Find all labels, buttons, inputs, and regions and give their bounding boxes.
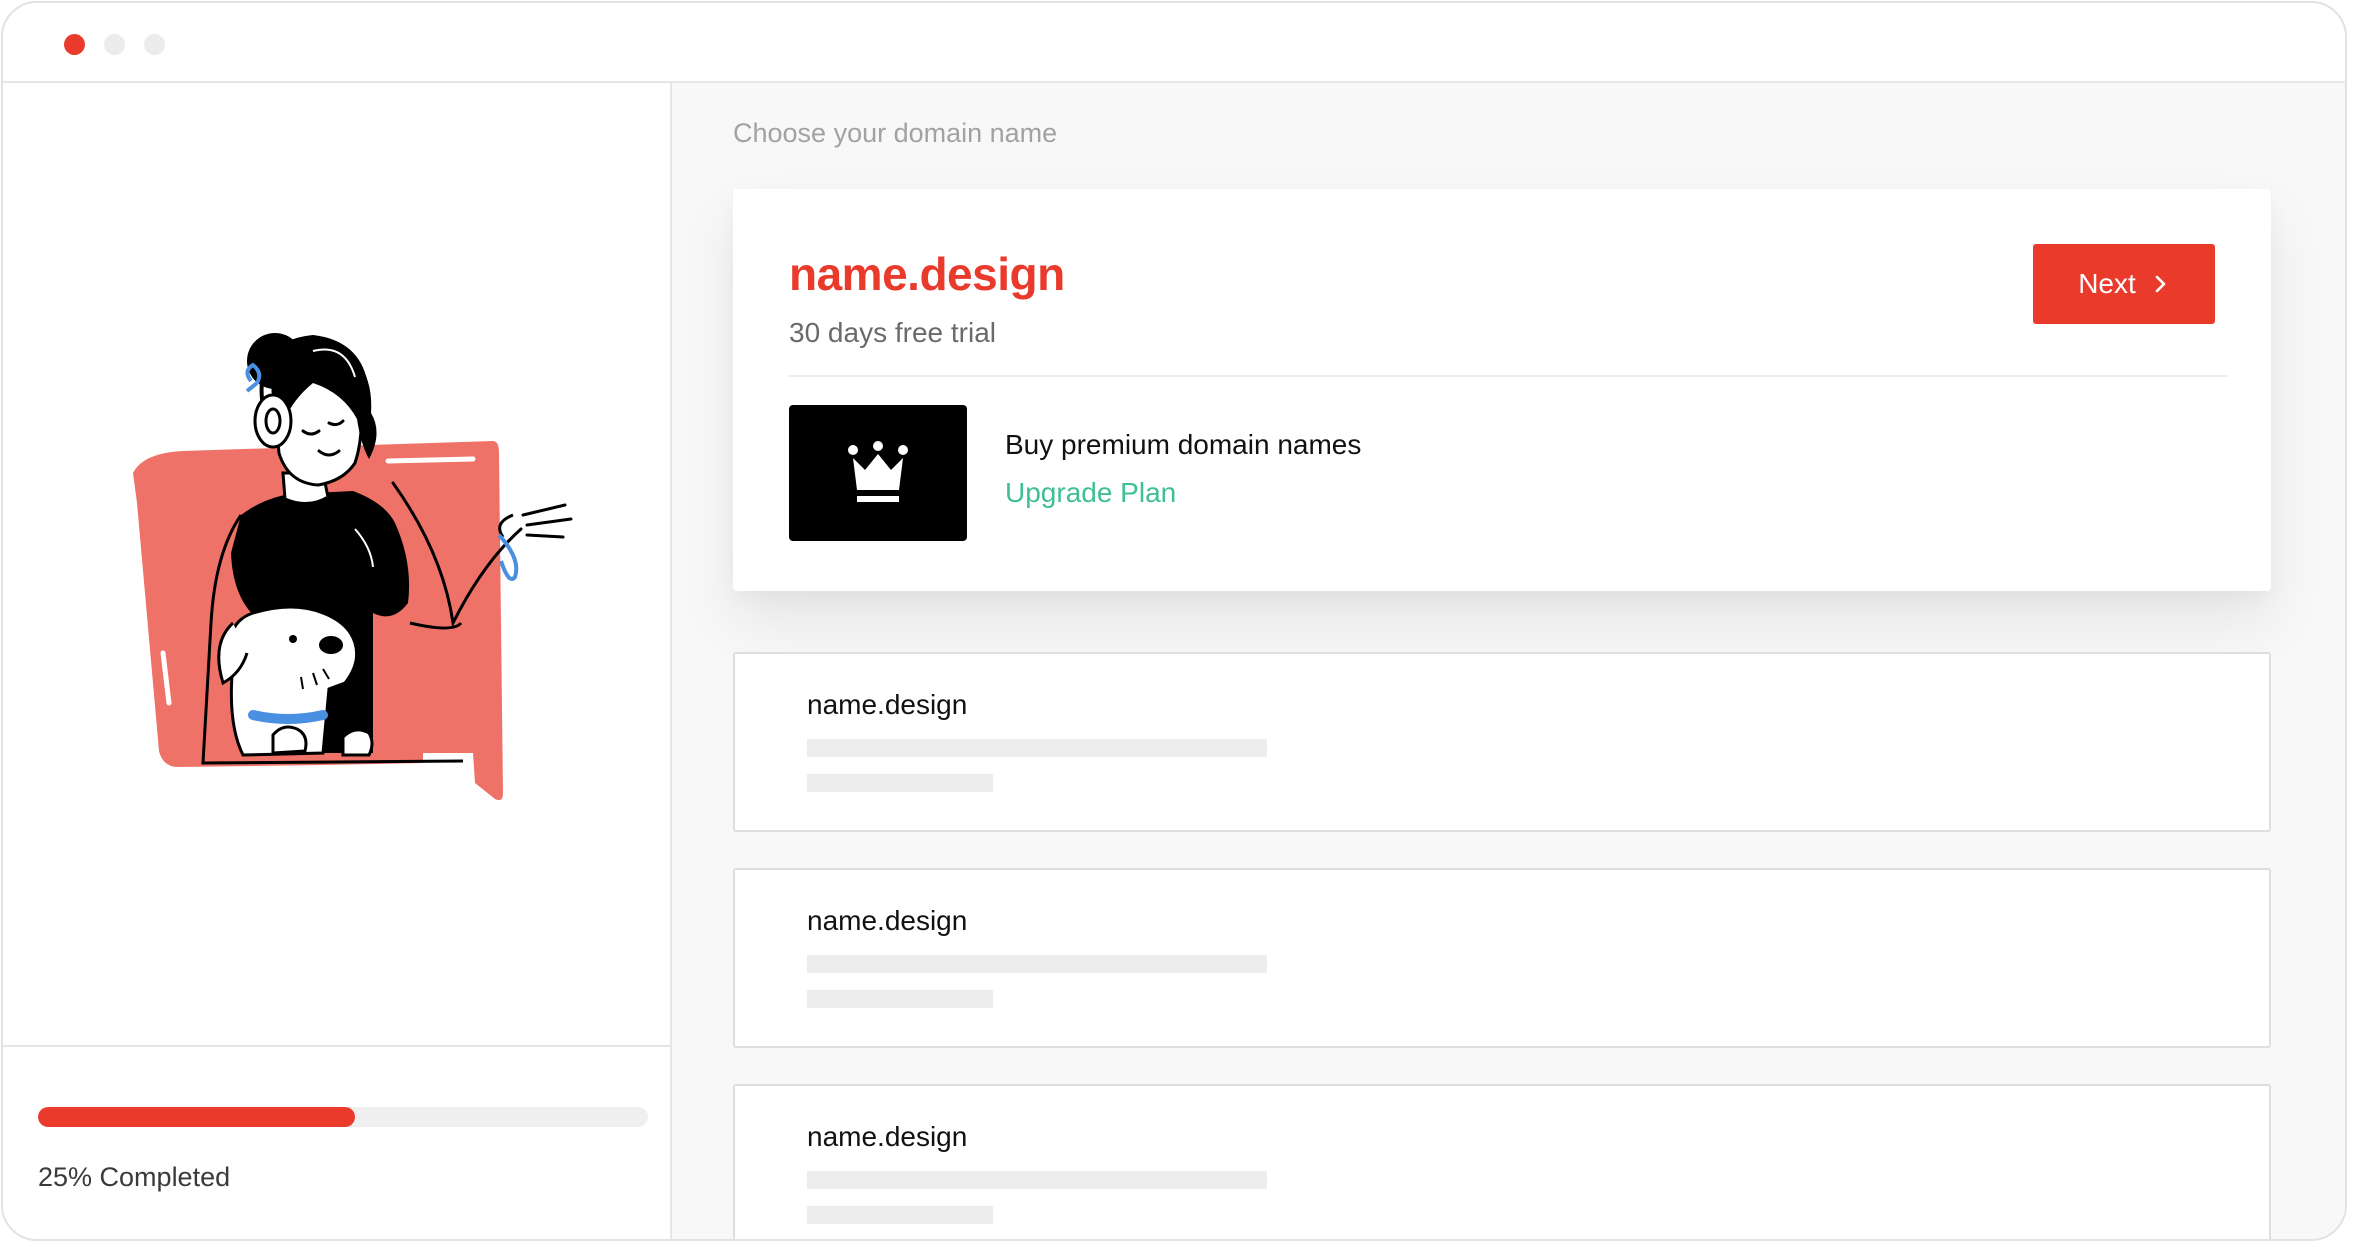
progress-bar (38, 1107, 648, 1127)
main-content: Choose your domain name name.design 30 d… (672, 83, 2345, 1239)
chevron-right-icon (2155, 275, 2166, 293)
next-button-label: Next (2078, 268, 2136, 299)
domain-option[interactable]: name.design (733, 868, 2271, 1048)
domain-option[interactable]: name.design (733, 1084, 2271, 1239)
placeholder-line (807, 739, 1267, 757)
placeholder-line (807, 1171, 1267, 1189)
upgrade-plan-link[interactable]: Upgrade Plan (1005, 477, 1176, 509)
progress-section: 25% Completed (3, 1045, 670, 1239)
window-minimize-button[interactable] (104, 34, 125, 55)
app-window: 25% Completed Choose your domain name na… (1, 1, 2347, 1241)
window-maximize-button[interactable] (144, 34, 165, 55)
featured-domain-name: name.design (789, 248, 1065, 300)
title-bar (3, 3, 2345, 83)
sidebar: 25% Completed (3, 83, 672, 1239)
placeholder-line (807, 955, 1267, 973)
page-title: Choose your domain name (733, 118, 1058, 148)
domain-option-name: name.design (807, 689, 968, 720)
progress-label: 25% Completed (38, 1162, 231, 1192)
domain-option[interactable]: name.design (733, 652, 2271, 832)
placeholder-line (807, 990, 993, 1008)
divider (789, 375, 2227, 377)
crown-icon (848, 441, 908, 502)
next-button[interactable]: Next (2033, 244, 2215, 324)
window-close-button[interactable] (64, 34, 85, 55)
premium-badge (789, 405, 967, 541)
progress-bar-fill (38, 1107, 356, 1127)
placeholder-line (807, 774, 993, 792)
domain-option-name: name.design (807, 905, 968, 936)
premium-title: Buy premium domain names (1005, 429, 1362, 460)
placeholder-line (807, 1206, 993, 1224)
domain-option-name: name.design (807, 1121, 968, 1152)
featured-domain-card: name.design 30 days free trial Next Buy … (733, 189, 2271, 591)
trial-subtitle: 30 days free trial (789, 317, 996, 348)
woman-with-dog-illustration (133, 333, 573, 801)
